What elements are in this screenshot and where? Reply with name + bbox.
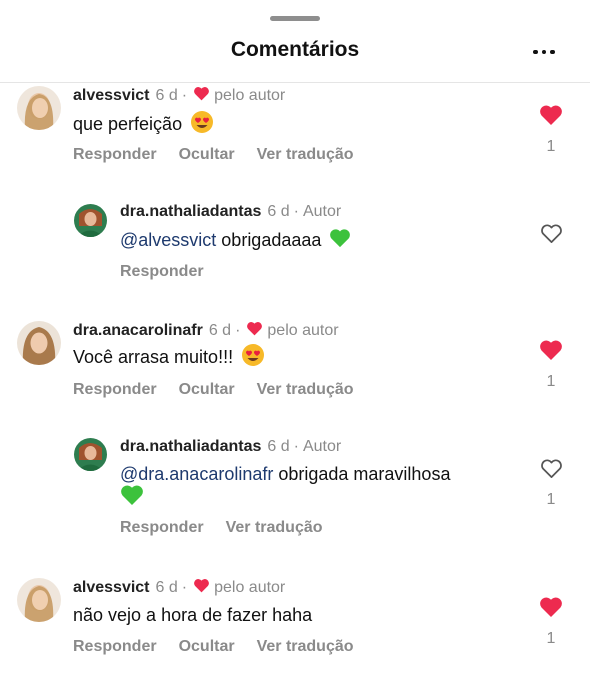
mention-link[interactable]: @alvessvict	[120, 230, 216, 251]
username[interactable]: alvessvict	[73, 87, 150, 105]
reply-button[interactable]: Responder	[73, 381, 157, 399]
heart-outline-icon	[541, 224, 562, 243]
hide-button[interactable]: Ocultar	[179, 146, 235, 164]
translate-button[interactable]: Ver tradução	[257, 146, 354, 164]
reply-button[interactable]: Responder	[120, 519, 204, 537]
reply-button[interactable]: Responder	[73, 146, 157, 164]
more-options-button[interactable]	[528, 40, 560, 64]
like-count: 1	[546, 138, 556, 155]
separator: ·	[293, 203, 299, 220]
like-button[interactable]	[540, 223, 563, 249]
heart-icon	[246, 321, 263, 341]
green-heart-icon	[329, 228, 351, 253]
username[interactable]: alvessvict	[73, 579, 150, 597]
timestamp: 6 d	[208, 322, 232, 339]
translate-button[interactable]: Ver tradução	[257, 638, 354, 656]
timestamp: 6 d	[155, 579, 178, 596]
separator: ·	[293, 438, 299, 455]
liked-by-author-label: pelo autor	[214, 579, 286, 596]
heart-eyes-icon	[241, 343, 265, 372]
heart-filled-icon	[540, 105, 562, 125]
translate-button[interactable]: Ver tradução	[257, 381, 354, 399]
timestamp: 6 d	[267, 438, 290, 455]
reply-button[interactable]: Responder	[120, 263, 204, 281]
username[interactable]: dra.nathaliadantas	[120, 203, 261, 221]
like-count: 1	[546, 630, 556, 647]
avatar[interactable]	[17, 86, 61, 130]
divider	[0, 82, 590, 83]
comment-text: não vejo a hora de fazer haha	[73, 604, 313, 625]
like-button[interactable]	[540, 458, 563, 484]
comment-text: que perfeição	[73, 113, 183, 134]
avatar[interactable]	[74, 438, 107, 471]
heart-eyes-icon	[190, 110, 214, 139]
mention-link[interactable]: @dra.anacarolinafr	[120, 464, 273, 485]
comment-text: Você arrasa muito!!!	[73, 346, 234, 367]
like-count: 1	[546, 373, 556, 390]
hide-button[interactable]: Ocultar	[179, 638, 235, 656]
separator: ·	[181, 87, 188, 104]
like-button[interactable]	[539, 339, 563, 366]
author-label: Autor	[302, 203, 342, 220]
heart-icon	[193, 578, 210, 598]
avatar[interactable]	[17, 578, 61, 622]
like-button[interactable]	[539, 596, 563, 623]
hide-button[interactable]: Ocultar	[179, 381, 235, 399]
heart-outline-icon	[541, 459, 562, 478]
username[interactable]: dra.anacarolinafr	[73, 322, 203, 340]
heart-icon	[193, 86, 210, 106]
comment-text: obrigada maravilhosa	[278, 463, 451, 484]
comment-text: obrigadaaaa	[221, 229, 322, 250]
page-title: Comentários	[230, 38, 360, 61]
username[interactable]: dra.nathaliadantas	[120, 438, 261, 456]
heart-filled-icon	[540, 597, 562, 617]
liked-by-author-label: pelo autor	[267, 322, 339, 339]
timestamp: 6 d	[155, 87, 178, 104]
translate-button[interactable]: Ver tradução	[226, 519, 323, 537]
drag-handle[interactable]	[270, 16, 320, 21]
like-button[interactable]	[539, 104, 563, 131]
liked-by-author-label: pelo autor	[214, 87, 286, 104]
heart-filled-icon	[540, 340, 562, 360]
reply-button[interactable]: Responder	[73, 638, 157, 656]
separator: ·	[235, 322, 241, 339]
like-count: 1	[546, 491, 556, 508]
green-heart-icon	[120, 484, 144, 511]
timestamp: 6 d	[267, 203, 290, 220]
avatar[interactable]	[17, 321, 61, 365]
comments-sheet: Comentários alvessvict 6 d · pelo autor …	[0, 0, 590, 684]
separator: ·	[181, 579, 188, 596]
author-label: Autor	[302, 438, 342, 455]
avatar[interactable]	[74, 204, 107, 237]
